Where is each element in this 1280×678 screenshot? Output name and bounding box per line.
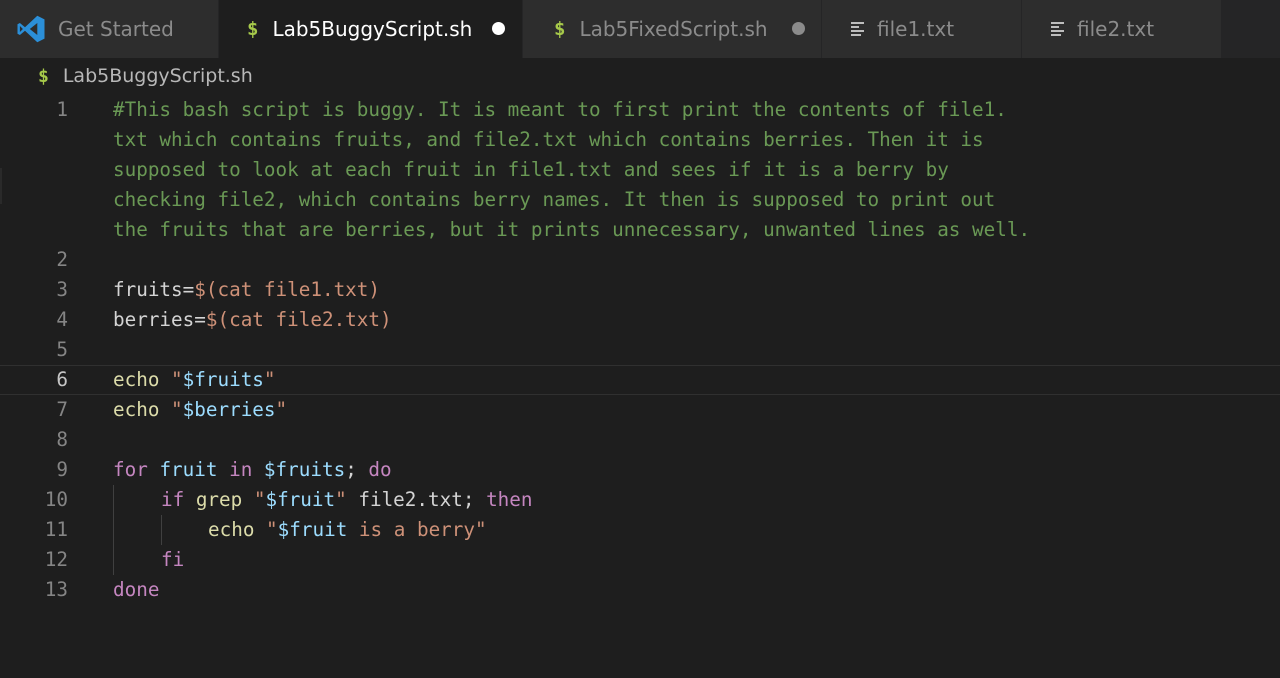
tab-get-started[interactable]: Get Started bbox=[0, 0, 219, 58]
command: echo bbox=[113, 368, 160, 391]
code-text: if grep "$fruit" file2.txt; then bbox=[161, 485, 533, 515]
code-line: 2 bbox=[0, 245, 1280, 275]
breadcrumb: $ Lab5BuggyScript.sh bbox=[0, 58, 1280, 94]
tab-file1[interactable]: file1.txt bbox=[822, 0, 1022, 58]
keyword: for bbox=[113, 458, 148, 481]
text-file-icon bbox=[1051, 22, 1064, 36]
quote: " bbox=[171, 368, 183, 391]
code-line: 4 berries=$(cat file2.txt) bbox=[0, 305, 1280, 335]
comment-text: #This bash script is buggy. It is meant … bbox=[113, 98, 1007, 121]
line-number: 11 bbox=[44, 518, 68, 541]
tab-label: Get Started bbox=[58, 17, 174, 41]
line-number: 2 bbox=[56, 248, 68, 271]
comment-text: txt which contains fruits, and file2.txt… bbox=[113, 128, 984, 151]
text-file-icon bbox=[851, 22, 864, 36]
tab-lab5buggyscript[interactable]: $ Lab5BuggyScript.sh bbox=[219, 0, 523, 58]
line-number: 12 bbox=[44, 548, 68, 571]
shell-dollar-icon: $ bbox=[247, 18, 259, 40]
code-line-wrap: supposed to look at each fruit in file1.… bbox=[0, 155, 1280, 185]
operator: = bbox=[194, 308, 206, 331]
quote: " bbox=[335, 488, 347, 511]
tab-lab5fixedscript[interactable]: $ Lab5FixedScript.sh bbox=[523, 0, 822, 58]
keyword: in bbox=[229, 458, 253, 481]
code-line: 8 bbox=[0, 425, 1280, 455]
argument: file2.txt; bbox=[358, 488, 475, 511]
variable: fruit bbox=[159, 458, 218, 481]
tab-label: Lab5FixedScript.sh bbox=[579, 17, 768, 41]
variable-name: fruits bbox=[113, 278, 183, 301]
quote: " bbox=[275, 398, 288, 421]
variable: $fruit bbox=[265, 488, 336, 511]
code-line: 5 bbox=[0, 335, 1280, 365]
shell-dollar-icon: $ bbox=[38, 65, 49, 87]
variable: $fruits bbox=[182, 368, 264, 391]
keyword: done bbox=[113, 578, 160, 601]
indent-guide bbox=[113, 485, 114, 575]
line-number: 10 bbox=[44, 488, 68, 511]
line-number: 8 bbox=[56, 428, 68, 451]
variable: $berries bbox=[182, 398, 276, 421]
keyword: then bbox=[486, 488, 533, 511]
command: echo bbox=[208, 518, 255, 541]
code-line: 11 echo "$fruit is a berry" bbox=[0, 515, 1280, 545]
code-line: 1 #This bash script is buggy. It is mean… bbox=[0, 95, 1280, 125]
code-line-wrap: checking file2, which contains berry nam… bbox=[0, 185, 1280, 215]
quote: " bbox=[266, 518, 278, 541]
code-text: for fruit in $fruits; do bbox=[113, 455, 392, 485]
line-number: 13 bbox=[44, 578, 68, 601]
quote: " bbox=[171, 398, 183, 421]
code-line: 13 done bbox=[0, 575, 1280, 605]
tab-file2[interactable]: file2.txt bbox=[1022, 0, 1222, 58]
line-number: 4 bbox=[56, 308, 68, 331]
code-text: echo "$fruit is a berry" bbox=[208, 515, 487, 545]
command: echo bbox=[113, 398, 160, 421]
code-text: fruits=$(cat file1.txt) bbox=[113, 275, 380, 305]
code-line: 9 for fruit in $fruits; do bbox=[0, 455, 1280, 485]
code-line: 10 if grep "$fruit" file2.txt; then bbox=[0, 485, 1280, 515]
code-text: echo "$berries" bbox=[113, 395, 287, 425]
code-line: 3 fruits=$(cat file1.txt) bbox=[0, 275, 1280, 305]
quote: " bbox=[253, 488, 266, 511]
shell-dollar-icon: $ bbox=[554, 18, 566, 40]
variable: $fruit bbox=[277, 518, 348, 541]
semicolon: ; bbox=[345, 458, 357, 481]
tab-label: file1.txt bbox=[877, 17, 955, 41]
code-line-wrap: txt which contains fruits, and file2.txt… bbox=[0, 125, 1280, 155]
command-substitution: $(cat file1.txt) bbox=[194, 278, 380, 301]
line-number: 5 bbox=[56, 338, 68, 361]
code-text: echo "$fruits" bbox=[113, 365, 276, 395]
string-literal: is a berry" bbox=[347, 518, 487, 541]
variable: $fruits bbox=[263, 458, 346, 481]
unsaved-dot-icon[interactable] bbox=[792, 22, 805, 35]
tab-label: file2.txt bbox=[1077, 17, 1155, 41]
line-number: 7 bbox=[56, 398, 68, 421]
command-substitution: $(cat file2.txt) bbox=[205, 308, 392, 331]
line-number: 1 bbox=[56, 98, 68, 121]
indent-guide bbox=[161, 515, 162, 545]
keyword: if bbox=[161, 488, 185, 511]
line-number: 3 bbox=[56, 278, 68, 301]
code-line-wrap: the fruits that are berries, but it prin… bbox=[0, 215, 1280, 245]
unsaved-dot-icon[interactable] bbox=[492, 22, 505, 35]
breadcrumb-file[interactable]: Lab5BuggyScript.sh bbox=[63, 65, 253, 87]
line-number: 6 bbox=[56, 368, 68, 391]
keyword: do bbox=[368, 458, 392, 481]
variable-name: berries bbox=[113, 308, 195, 331]
current-code-line: 6 echo "$fruits" bbox=[0, 365, 1280, 395]
line-number: 9 bbox=[56, 458, 68, 481]
comment-text: supposed to look at each fruit in file1.… bbox=[113, 158, 949, 181]
operator: = bbox=[182, 278, 195, 301]
editor-tab-bar: Get Started $ Lab5BuggyScript.sh $ Lab5F… bbox=[0, 0, 1280, 58]
vscode-logo-icon bbox=[17, 15, 45, 43]
code-line: 12 fi bbox=[0, 545, 1280, 575]
quote: " bbox=[263, 368, 276, 391]
code-line: 7 echo "$berries" bbox=[0, 395, 1280, 425]
tab-label: Lab5BuggyScript.sh bbox=[272, 17, 473, 41]
command: grep bbox=[195, 488, 243, 511]
comment-text: the fruits that are berries, but it prin… bbox=[113, 218, 1031, 241]
comment-text: checking file2, which contains berry nam… bbox=[113, 188, 996, 211]
keyword: fi bbox=[161, 548, 185, 571]
code-editor[interactable]: 1 #This bash script is buggy. It is mean… bbox=[0, 95, 1280, 678]
code-text: berries=$(cat file2.txt) bbox=[113, 305, 392, 335]
